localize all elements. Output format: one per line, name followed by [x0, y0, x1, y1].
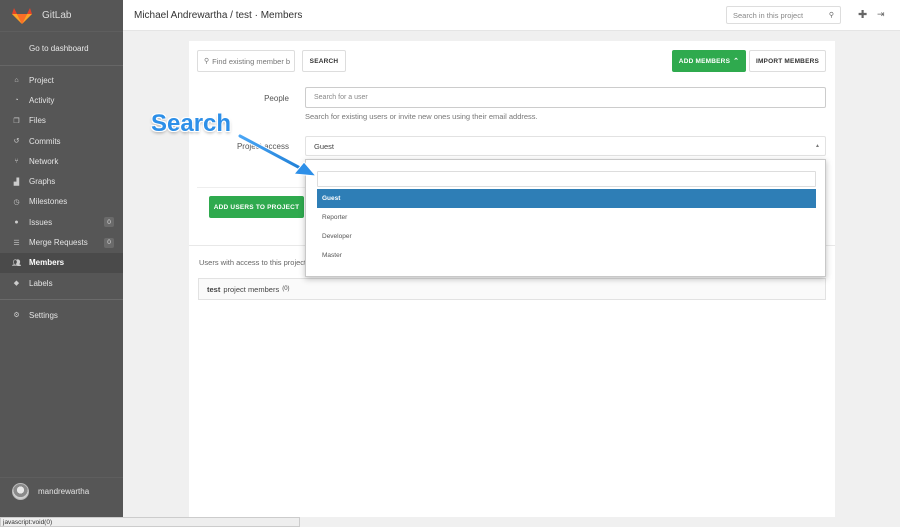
- tasks-icon: ☰: [13, 239, 20, 247]
- sidebar-item-settings[interactable]: ⚙ Settings: [0, 305, 123, 325]
- dropdown-option-reporter[interactable]: Reporter: [317, 208, 816, 227]
- browser-status-bar: javascript:void(0): [0, 517, 300, 527]
- access-level-dropdown: Guest Reporter Developer Master: [305, 159, 826, 277]
- find-member-placeholder: Find existing member b: [212, 56, 291, 66]
- people-placeholder: Search for a user: [314, 94, 368, 101]
- code-fork-icon: ⑂: [14, 157, 19, 165]
- add-members-label: ADD MEMBERS: [678, 57, 731, 65]
- sidebar-item-files[interactable]: ❐ Files: [0, 111, 123, 131]
- area-chart-icon: ▟: [13, 178, 20, 186]
- tags-icon: ◆: [13, 280, 20, 288]
- sidebar-item-label: Files: [29, 116, 46, 126]
- dropdown-option-developer[interactable]: Developer: [317, 227, 816, 246]
- dropdown-search-input[interactable]: [317, 171, 816, 187]
- user-menu[interactable]: mandrewartha: [0, 477, 123, 505]
- avatar: [12, 483, 29, 500]
- sidebar-item-members[interactable]: 👥︎ Members: [0, 252, 123, 273]
- find-member-input[interactable]: ⚲ Find existing member b: [197, 50, 295, 72]
- members-panel: ⚲ Find existing member b SEARCH ADD MEMB…: [189, 41, 835, 517]
- search-icon: ⚲: [828, 12, 834, 19]
- files-icon: ❐: [13, 117, 20, 125]
- sidebar-item-milestones[interactable]: ◷ Milestones: [0, 192, 123, 212]
- project-name: test: [207, 284, 221, 294]
- top-header: Michael Andrewartha / test · Members Sea…: [123, 0, 900, 31]
- caret-icon: ▲: [815, 143, 820, 149]
- sign-out-icon[interactable]: ⇥: [877, 9, 885, 20]
- sidebar-item-label: Milestones: [29, 197, 68, 207]
- sidebar-item-label: Project: [29, 75, 54, 85]
- sidebar-item-label: Members: [29, 258, 65, 268]
- project-search-placeholder: Search in this project: [733, 10, 804, 20]
- sidebar-item-label: Commits: [29, 136, 61, 146]
- import-members-button[interactable]: IMPORT MEMBERS: [749, 50, 826, 72]
- sidebar-nav: ⌂ Project ◔ Activity ❐ Files ↺ Commits ⑂…: [0, 66, 123, 326]
- sidebar-item-project[interactable]: ⌂ Project: [0, 70, 123, 90]
- sidebar-item-graphs[interactable]: ▟ Graphs: [0, 171, 123, 191]
- chevron-up-icon: ⌃: [733, 58, 740, 65]
- people-search-input[interactable]: Search for a user: [305, 87, 826, 108]
- sidebar-item-labels[interactable]: ◆ Labels: [0, 273, 123, 293]
- sidebar-item-network[interactable]: ⑂ Network: [0, 151, 123, 171]
- sidebar-item-label: Activity: [29, 95, 55, 105]
- sidebar-item-issues[interactable]: ● Issues 0: [0, 212, 123, 232]
- add-users-to-project-button[interactable]: ADD USERS TO PROJECT: [209, 196, 304, 218]
- sidebar-item-merge-requests[interactable]: ☰ Merge Requests 0: [0, 232, 123, 252]
- annotation-arrow-icon: [237, 133, 318, 177]
- sidebar: GitLab Go to dashboard ⌂ Project ◔ Activ…: [0, 0, 123, 527]
- dropdown-option-guest[interactable]: Guest: [317, 189, 816, 208]
- people-label: People: [264, 94, 289, 103]
- annotation-label: Search: [151, 110, 232, 137]
- dashboard-icon: ◔: [14, 96, 19, 104]
- sidebar-item-commits[interactable]: ↺ Commits: [0, 131, 123, 151]
- dashboard-link[interactable]: Go to dashboard: [0, 31, 123, 65]
- search-button[interactable]: SEARCH: [302, 50, 346, 72]
- merge-requests-count-badge: 0: [104, 237, 114, 248]
- project-search-input[interactable]: Search in this project ⚲: [726, 6, 841, 24]
- sidebar-item-label: Settings: [29, 310, 58, 320]
- users-icon: 👥︎: [12, 259, 21, 267]
- exclamation-circle-icon: ●: [14, 218, 19, 226]
- members-count: (0): [282, 286, 290, 292]
- add-members-button[interactable]: ADD MEMBERS ⌃: [672, 50, 746, 72]
- sidebar-item-label: Issues: [29, 217, 53, 227]
- clock-icon: ◷: [13, 198, 20, 206]
- sidebar-item-label: Graphs: [29, 177, 56, 187]
- dropdown-option-master[interactable]: Master: [317, 246, 816, 265]
- project-members-header: test project members (0): [198, 278, 826, 300]
- gitlab-logo-icon: [12, 7, 32, 24]
- sidebar-divider: [0, 299, 123, 301]
- members-intro: Users with access to this project: [199, 258, 307, 267]
- home-icon: ⌂: [14, 76, 19, 84]
- search-icon: ⚲: [204, 58, 210, 65]
- members-box-label: project members: [223, 284, 280, 294]
- issues-count-badge: 0: [104, 217, 114, 228]
- cogs-icon: ⚙: [13, 312, 20, 320]
- people-hint: Search for existing users or invite new …: [305, 112, 538, 121]
- sidebar-item-label: Network: [29, 156, 59, 166]
- history-icon: ↺: [13, 138, 20, 146]
- sidebar-item-activity[interactable]: ◔ Activity: [0, 90, 123, 110]
- brand-name: GitLab: [42, 10, 72, 21]
- project-access-select[interactable]: Guest ▲: [305, 136, 826, 156]
- page-title: Michael Andrewartha / test · Members: [134, 9, 303, 21]
- sidebar-item-label: Labels: [29, 278, 53, 288]
- plus-icon[interactable]: ✚: [858, 8, 867, 21]
- sidebar-item-label: Merge Requests: [29, 238, 88, 248]
- username: mandrewartha: [38, 487, 90, 496]
- brand[interactable]: GitLab: [0, 0, 123, 31]
